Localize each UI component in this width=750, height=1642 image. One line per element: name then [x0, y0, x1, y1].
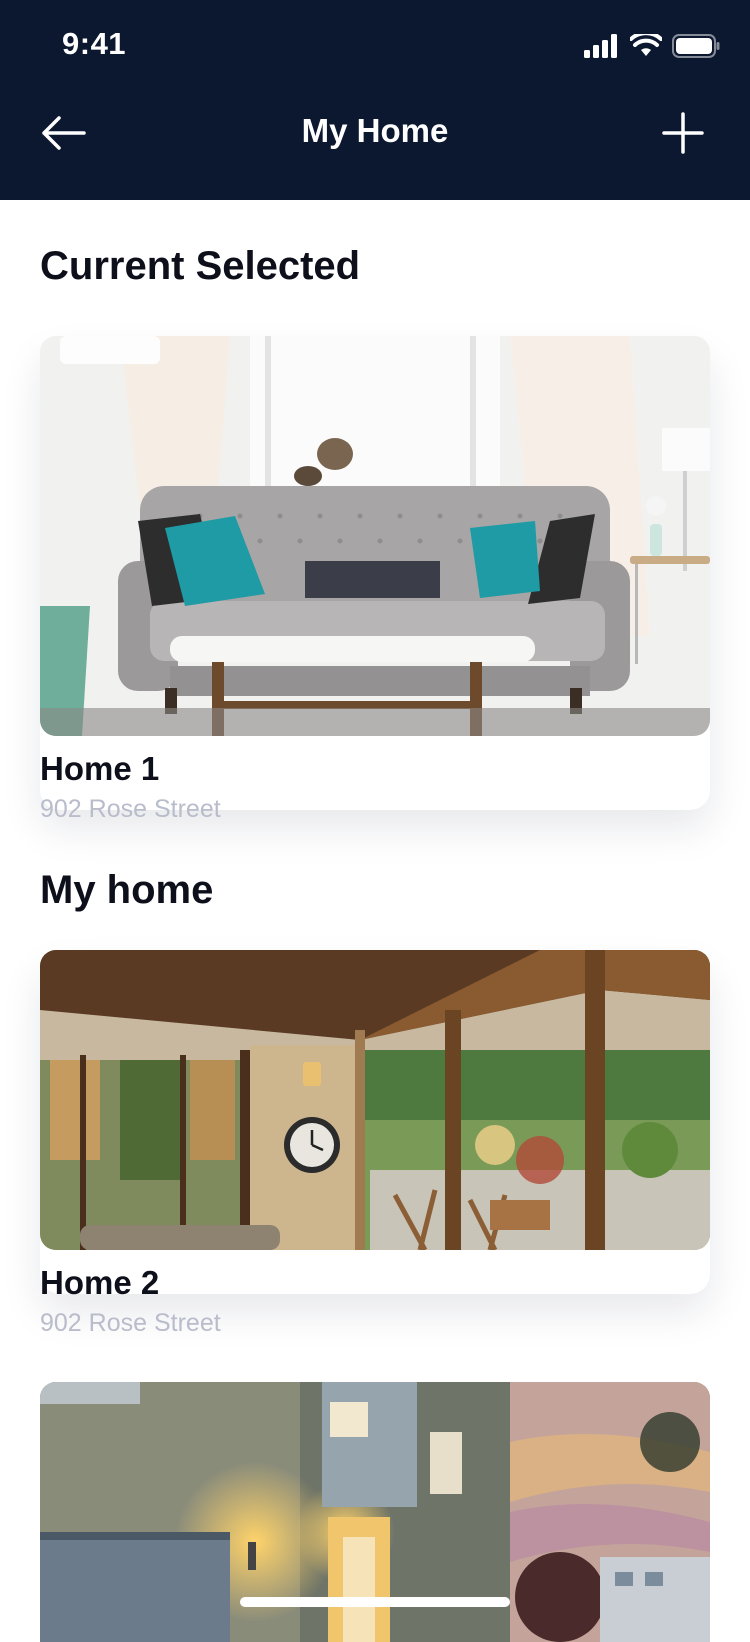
- living-room-photo: [40, 336, 710, 736]
- battery-icon: [672, 34, 720, 58]
- status-time: 9:41: [62, 26, 127, 61]
- home-name: Home 1: [40, 750, 160, 787]
- plus-icon: [662, 112, 704, 154]
- wifi-icon: [630, 34, 662, 56]
- section-title-current: Current Selected: [40, 244, 361, 288]
- home-address: 902 Rose Street: [40, 1309, 221, 1337]
- signal-icon: [584, 34, 617, 58]
- top-bar: 9:41 My Home: [0, 0, 750, 200]
- patio-photo: [40, 950, 710, 1250]
- home-indicator[interactable]: [240, 1597, 510, 1607]
- home-card-2-image[interactable]: [40, 950, 710, 1250]
- add-home-button[interactable]: [658, 108, 708, 158]
- home-address: 902 Rose Street: [40, 795, 221, 823]
- home-card-1-image[interactable]: [40, 336, 710, 736]
- status-icons: [584, 32, 720, 60]
- section-title-my-home: My home: [40, 868, 214, 912]
- home-name: Home 2: [40, 1264, 160, 1301]
- page-title: My Home: [301, 112, 449, 149]
